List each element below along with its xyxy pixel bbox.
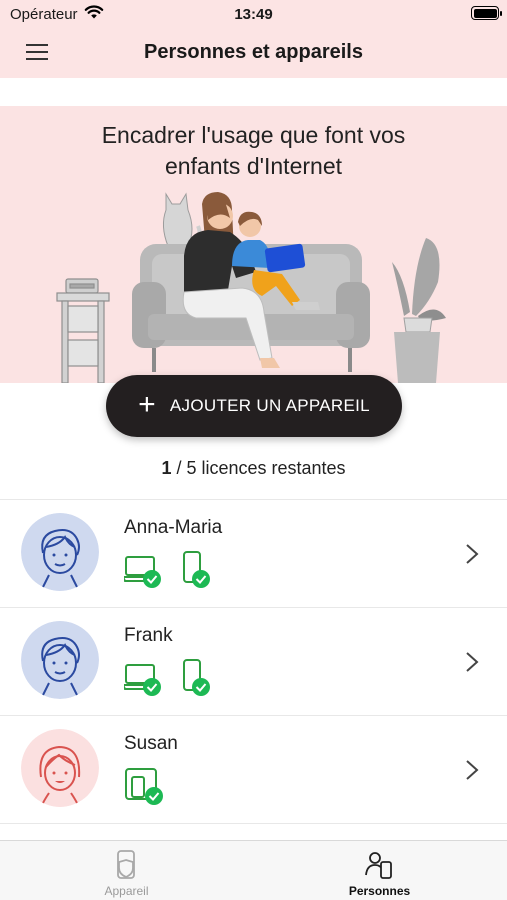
laptop-protected-icon [124, 664, 161, 696]
device-list [124, 551, 210, 588]
chevron-right-icon [466, 544, 479, 564]
person-name: Susan [124, 733, 178, 754]
hero-title-line1: Encadrer l'usage que font vos [101, 122, 406, 148]
add-device-button[interactable]: + AJOUTER UN APPAREIL [106, 375, 402, 437]
tab-label: Personnes [348, 884, 411, 898]
boy-avatar-icon [21, 513, 99, 591]
status-time: 13:49 [234, 6, 273, 23]
tab-bar: Appareil Personnes [0, 840, 507, 900]
tab-appareil[interactable]: Appareil [0, 841, 253, 900]
chevron-right-icon [466, 760, 479, 780]
person-name: Anna-Maria [124, 517, 223, 538]
licences-text: / 5 licences restantes [171, 458, 346, 478]
tab-label: Appareil [104, 884, 149, 898]
divider [0, 823, 507, 824]
people-devices-icon [365, 852, 392, 879]
phone-protected-icon [183, 551, 210, 588]
chevron-right-icon [466, 652, 479, 672]
hero-title: Encadrer l'usage que font vos enfants d'… [40, 120, 467, 182]
top-bar: Opérateur 13:49 Personnes et appareils [0, 0, 507, 78]
tab-personnes[interactable]: Personnes [253, 841, 506, 900]
page-title: Personnes et appareils [144, 41, 363, 63]
plus-icon: + [138, 387, 156, 421]
device-list [124, 659, 210, 696]
tablet-phone-protected-icon [125, 768, 163, 805]
girl-avatar-icon [21, 729, 99, 807]
device-shield-icon [117, 850, 135, 879]
hero-title-line2: enfants d'Internet [164, 153, 342, 179]
person-name: Frank [124, 625, 173, 646]
licences-count: 1 [161, 458, 172, 478]
person-row-frank[interactable]: Frank [0, 607, 507, 715]
phone-protected-icon [183, 659, 210, 696]
battery-icon [471, 6, 502, 20]
status-bar: Opérateur 13:49 [0, 0, 507, 28]
person-row-anna-maria[interactable]: Anna-Maria [0, 499, 507, 607]
licences-remaining: 1 / 5 licences restantes [0, 458, 507, 479]
boy-avatar-icon [21, 621, 99, 699]
laptop-protected-icon [124, 556, 161, 588]
device-list [125, 768, 163, 805]
person-row-susan[interactable]: Susan [0, 715, 507, 823]
add-device-label: AJOUTER UN APPAREIL [169, 396, 370, 415]
hero-banner: Encadrer l'usage que font vos enfants d'… [0, 106, 507, 383]
